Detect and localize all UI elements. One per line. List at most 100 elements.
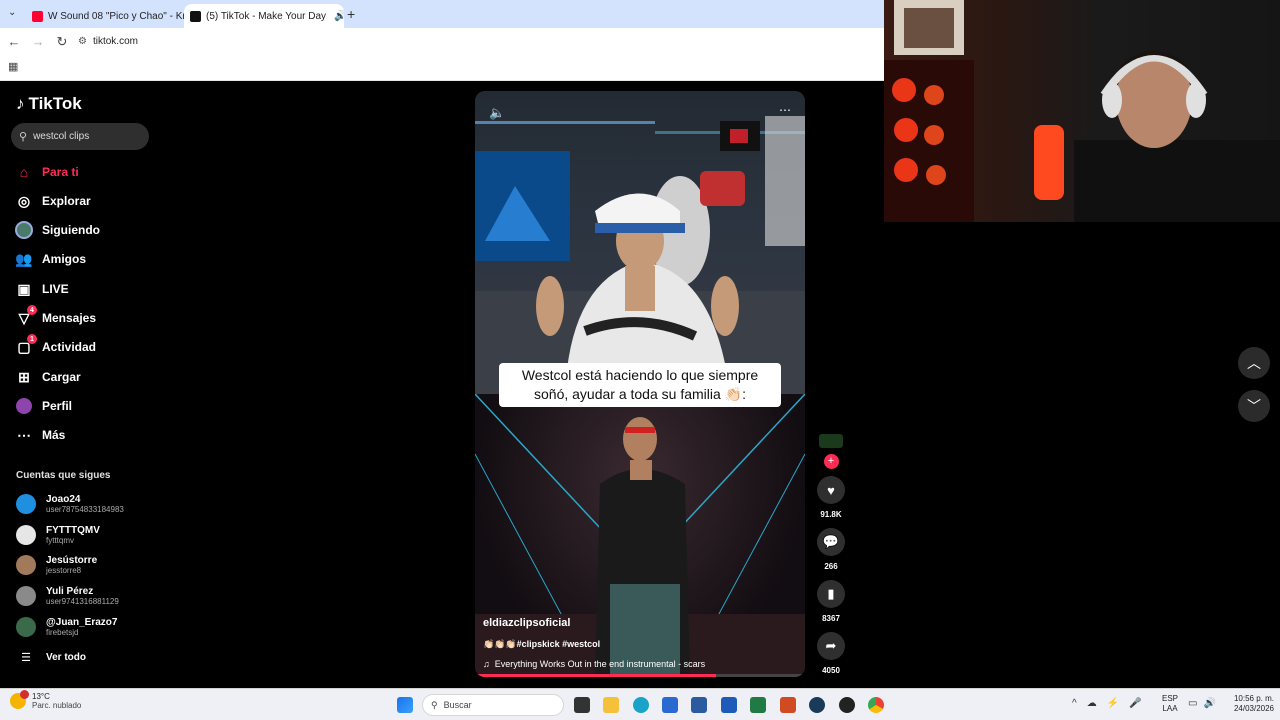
messages-badge: 4 [27, 305, 37, 315]
edge-icon[interactable] [633, 697, 649, 713]
back-icon[interactable]: ← [2, 34, 26, 49]
lang-layout: LAA [1162, 704, 1178, 713]
video-scene-top [475, 116, 805, 394]
search-input[interactable]: ⚲ westcol clips [11, 123, 149, 150]
avatar [16, 617, 36, 637]
search-icon: ⚲ [19, 131, 28, 143]
share-count: 4050 [822, 666, 840, 675]
followed-account[interactable]: Joao24 user78754833184983 [16, 494, 124, 514]
home-icon: ⌂ [19, 164, 29, 180]
video-author[interactable]: eldiazclipsoficial [483, 617, 705, 629]
audio-playing-icon[interactable]: 🔊 [334, 11, 344, 22]
previous-video-button[interactable]: ︿ [1238, 347, 1270, 379]
nav-label: LIVE [42, 282, 69, 296]
follow-plus-icon[interactable]: + [823, 454, 839, 469]
compass-icon: ◎ [17, 192, 31, 209]
logo-text: TikTok [28, 94, 82, 113]
forward-icon[interactable]: → [26, 34, 50, 49]
nav-siguiendo[interactable]: Siguiendo [15, 221, 100, 239]
list-icon: ☰ [21, 652, 31, 664]
video-player[interactable]: 🔈 ⋯ Westcol está haciendo lo que siempre… [475, 91, 805, 677]
apps-grid-icon[interactable]: ▦ [8, 60, 18, 73]
account-handle: jesstorre8 [46, 566, 82, 575]
nav-para-ti[interactable]: ⌂ Para ti [15, 163, 79, 181]
video-description[interactable]: 👏🏻👏🏻👏🏻#clipskick #westcol [483, 639, 705, 650]
clock-time: 10:56 p. m. [1233, 694, 1274, 703]
tab-title: (5) TikTok - Make Your Day [206, 10, 327, 22]
see-all-label: Ver todo [46, 652, 87, 663]
avatar [16, 494, 36, 514]
comment-button[interactable]: 💬 266 [817, 528, 845, 571]
nav-perfil[interactable]: Perfil [15, 397, 72, 415]
tray-icons[interactable]: ▭🔊 [1188, 698, 1222, 709]
nav-explorar[interactable]: ◎ Explorar [15, 192, 91, 210]
calculator-icon[interactable] [691, 697, 707, 713]
weather-temp: 13°C [32, 692, 50, 701]
volume-icon[interactable]: 🔈 [489, 105, 505, 121]
bookmark-icon: ▮ [817, 580, 845, 608]
tiktok-logo[interactable]: ♪ TikTok [16, 94, 82, 114]
taskbar-search[interactable]: ⚲ Buscar [422, 694, 564, 716]
new-tab-button[interactable]: + [347, 6, 355, 22]
url-field[interactable]: tiktok.com [93, 36, 138, 47]
share-button[interactable]: ➦ 4050 [817, 632, 845, 675]
reload-icon[interactable]: ↻ [50, 34, 74, 50]
save-count: 8367 [822, 614, 840, 623]
chrome-icon[interactable] [868, 697, 884, 713]
tab-youtube[interactable]: W Sound 08 "Pico y Chao" - Kr ✕ [26, 4, 184, 28]
site-info-icon[interactable]: ⚙ [78, 36, 87, 47]
account-name: @Juan_Erazo7 [46, 617, 118, 628]
nav-amigos[interactable]: 👥 Amigos [15, 250, 86, 268]
nav-label: Más [42, 428, 66, 442]
creator-avatar[interactable]: + [817, 434, 845, 469]
avatar [16, 555, 36, 575]
nav-label: Mensajes [42, 311, 97, 325]
weather-desc: Parc. nublado [32, 701, 82, 710]
activity-badge: 1 [27, 334, 37, 344]
video-music[interactable]: ♫ Everything Works Out in the end instrum… [483, 659, 705, 669]
weather-widget[interactable]: 13°C Parc. nublado [10, 690, 82, 710]
followed-account[interactable]: Jesústorre jesstorre8 [16, 555, 97, 575]
followed-account[interactable]: FYTTTQMV fytttqmv [16, 525, 100, 545]
excel-icon[interactable] [750, 697, 766, 713]
followed-account[interactable]: Yuli Pérez user9741316881129 [16, 586, 119, 606]
system-tray[interactable]: ^☁⚡🎤 [1072, 698, 1152, 709]
more-options-icon[interactable]: ⋯ [779, 103, 791, 117]
start-button[interactable] [397, 697, 413, 713]
nav-cargar[interactable]: ⊞ Cargar [15, 368, 81, 386]
next-video-button[interactable]: ﹀ [1238, 390, 1270, 422]
following-section-title: Cuentas que sigues [16, 470, 111, 481]
nav-label: Siguiendo [42, 223, 100, 237]
nav-mas[interactable]: ⋯ Más [15, 426, 65, 444]
youtube-favicon-icon [32, 10, 43, 22]
nav-label: Explorar [42, 194, 91, 208]
tiktok-note-icon: ♪ [16, 94, 25, 113]
see-all-link[interactable]: ☰ Ver todo [16, 651, 86, 664]
more-icon: ⋯ [17, 426, 31, 443]
music-note-icon: ♫ [483, 659, 490, 669]
save-button[interactable]: ▮ 8367 [817, 580, 845, 623]
clock[interactable]: 10:56 p. m. 24/03/2026 [1228, 694, 1274, 714]
word-icon[interactable] [721, 697, 737, 713]
avatar [16, 525, 36, 545]
like-button[interactable]: ♥ 91.8K [817, 476, 845, 519]
task-view-icon[interactable] [574, 697, 590, 713]
file-explorer-icon[interactable] [603, 697, 619, 713]
game-icon[interactable] [839, 697, 855, 713]
music-title: Everything Works Out in the end instrume… [494, 659, 706, 669]
webcam-scene [884, 0, 1280, 222]
video-progress-bar[interactable] [475, 674, 805, 677]
nav-actividad[interactable]: ▢ 1 Actividad [15, 334, 96, 356]
tab-tiktok[interactable]: (5) TikTok - Make Your Day 🔊 ✕ [184, 4, 344, 28]
nav-mensajes[interactable]: ▽ 4 Mensajes [15, 305, 97, 327]
lang-code: ESP [1162, 694, 1179, 703]
powerpoint-icon[interactable] [780, 697, 796, 713]
store-icon[interactable] [662, 697, 678, 713]
account-name: Joao24 [46, 494, 81, 505]
account-name: Jesústorre [46, 555, 98, 566]
tab-search-icon[interactable]: ⌄ [8, 7, 16, 18]
nav-live[interactable]: ▣ LIVE [15, 280, 69, 298]
followed-account[interactable]: @Juan_Erazo7 firebetsjd [16, 617, 117, 637]
steam-icon[interactable] [809, 697, 825, 713]
language-indicator[interactable]: ESP LAA [1162, 694, 1178, 714]
